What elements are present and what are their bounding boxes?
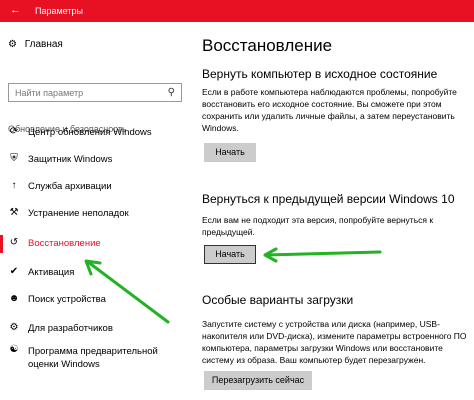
window-title: Параметры <box>35 6 83 16</box>
sidebar-item-label: Устранение неполадок <box>28 208 129 219</box>
sidebar-item-label: Программа предварительной оценки Windows <box>28 346 158 370</box>
active-indicator <box>0 235 3 253</box>
upload-icon: ↑ <box>11 180 17 191</box>
search-icon[interactable]: ⚲ <box>168 87 175 98</box>
reset-start-button[interactable]: Начать <box>204 143 256 162</box>
rollback-text: Если вам не подходит эта версия, попробу… <box>202 215 434 237</box>
advanced-heading: Особые варианты загрузки <box>202 293 354 307</box>
developer-icon: ⚙ <box>9 322 19 333</box>
sidebar-item-activation[interactable]: ✔ Активация <box>0 264 190 282</box>
sidebar-home[interactable]: ⚙ Главная <box>8 39 63 50</box>
shield-icon: ⛨ <box>10 153 18 164</box>
history-icon: ↺ <box>9 237 19 248</box>
arrow-head-rollback <box>263 247 278 263</box>
sidebar-item-label: Защитник Windows <box>28 154 113 165</box>
gear-icon: ⚙ <box>8 39 17 50</box>
person-search-icon: ☻ <box>8 293 20 304</box>
sidebar-item-label: Центр обновления Windows <box>28 127 152 138</box>
sidebar-item-insider[interactable]: ☯ Программа предварительной оценки Windo… <box>0 342 190 372</box>
sidebar-item-label: Для разработчиков <box>28 323 113 334</box>
sidebar-item-label: Восстановление <box>28 238 101 249</box>
back-arrow-icon[interactable]: ← <box>10 4 21 16</box>
sidebar-item-recovery[interactable]: ↺ Восстановление <box>0 235 190 253</box>
sidebar-item-windows-update[interactable]: ⟳ Центр обновления Windows <box>0 124 190 142</box>
sidebar-item-troubleshoot[interactable]: ⚒ Устранение неполадок <box>0 205 190 223</box>
insider-icon: ☯ <box>9 344 19 355</box>
reset-heading: Вернуть компьютер в исходное состояние <box>202 67 438 81</box>
refresh-icon: ⟳ <box>9 126 19 137</box>
sidebar-item-developers[interactable]: ⚙ Для разработчиков <box>0 320 190 338</box>
wrench-icon: ⚒ <box>9 207 19 218</box>
reset-text: Если в работе компьютера наблюдаются про… <box>202 87 457 133</box>
sidebar: ⚙ Главная Найти параметр ⚲ Обновление и … <box>0 22 190 400</box>
search-placeholder: Найти параметр <box>15 88 84 98</box>
sidebar-item-label: Поиск устройства <box>28 294 106 305</box>
advanced-text: Запустите систему с устройства или диска… <box>202 319 467 365</box>
restart-now-button[interactable]: Перезагрузить сейчас <box>204 371 312 390</box>
sidebar-item-label: Активация <box>28 267 75 278</box>
sidebar-item-backup[interactable]: ↑ Служба архивации <box>0 178 190 196</box>
home-label: Главная <box>24 39 63 50</box>
sidebar-item-find-device[interactable]: ☻ Поиск устройства <box>0 291 190 309</box>
page-title: Восстановление <box>202 36 333 55</box>
check-circle-icon: ✔ <box>9 266 19 277</box>
arrow-to-rollback <box>264 250 382 257</box>
sidebar-item-label: Служба архивации <box>28 181 112 192</box>
search-input[interactable]: Найти параметр ⚲ <box>8 83 182 102</box>
rollback-heading: Вернуться к предыдущей версии Windows 10 <box>202 192 455 206</box>
title-bar: ← Параметры <box>0 0 474 22</box>
sidebar-item-defender[interactable]: ⛨ Защитник Windows <box>0 151 190 169</box>
rollback-start-button[interactable]: Начать <box>204 245 256 264</box>
